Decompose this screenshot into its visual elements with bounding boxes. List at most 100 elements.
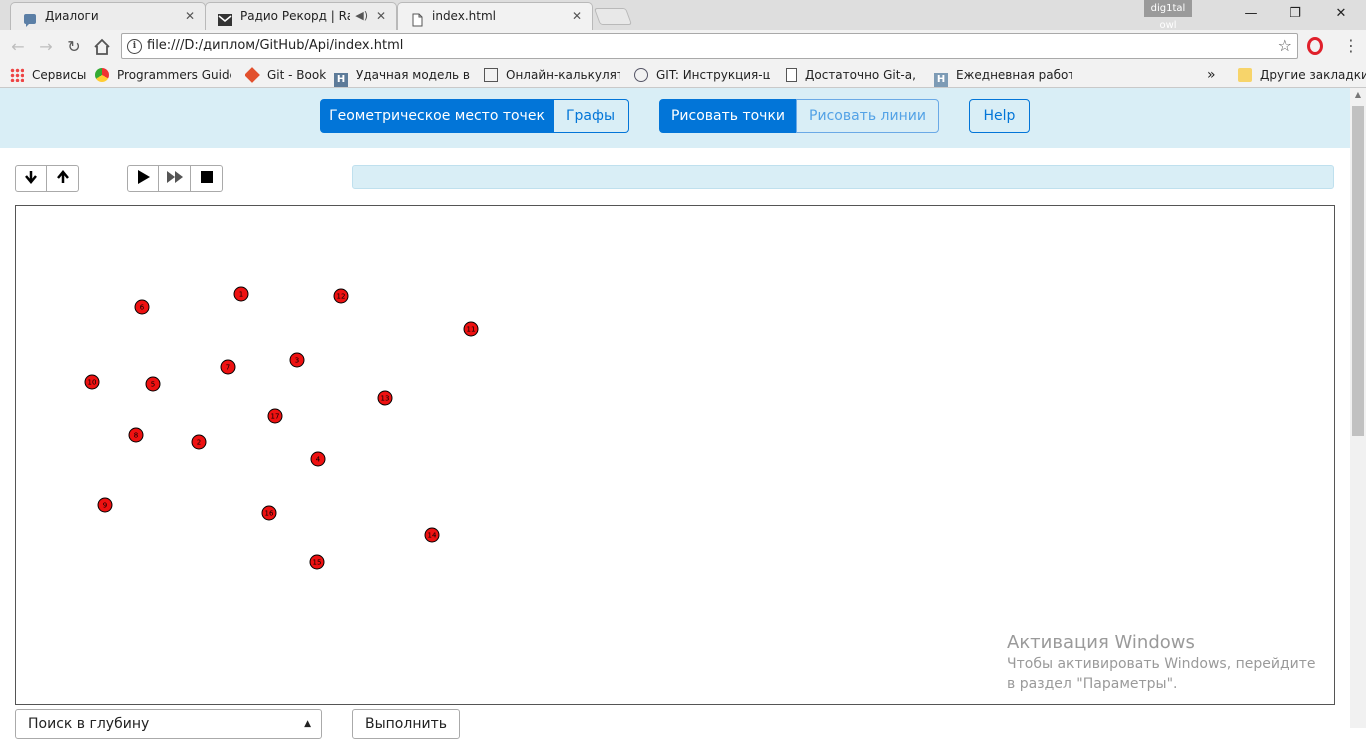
- tab-graphs[interactable]: Графы: [553, 99, 629, 133]
- tab-locus[interactable]: Геометрическое место точек: [320, 99, 554, 133]
- top-nav-bar: Геометрическое место точек Графы Рисоват…: [0, 88, 1350, 148]
- close-icon[interactable]: ✕: [185, 3, 195, 29]
- git-icon: [245, 67, 260, 83]
- point-label: 5: [151, 381, 155, 389]
- drawing-canvas[interactable]: 1 12 6 11 3 7 10 5 13 17 8 2 4 9 16 14 15: [15, 205, 1335, 705]
- arrow-down-button[interactable]: [15, 165, 47, 192]
- chat-icon: [23, 10, 37, 27]
- other-bookmarks[interactable]: Другие закладки: [1238, 63, 1366, 87]
- point-label: 8: [134, 432, 138, 440]
- vertical-scrollbar[interactable]: ▲: [1350, 88, 1366, 728]
- bookmarks-more-button[interactable]: »: [1207, 63, 1216, 87]
- tab-dialogs[interactable]: Диалоги ✕: [10, 2, 206, 30]
- habr-icon: H: [334, 73, 348, 87]
- point-1[interactable]: 1: [233, 286, 249, 302]
- habr-icon: H: [934, 73, 948, 87]
- bookmark-label: Ежедневная работа с: [956, 68, 1072, 82]
- restore-icon[interactable]: ❐: [1272, 0, 1318, 28]
- point-11[interactable]: 11: [463, 321, 479, 337]
- point-10[interactable]: 10: [84, 374, 100, 390]
- star-icon[interactable]: ☆: [1278, 34, 1292, 58]
- info-icon[interactable]: i: [127, 39, 142, 54]
- address-bar[interactable]: i file:///D:/диплом/GitHub/Api/index.htm…: [121, 33, 1298, 59]
- document-icon: [786, 68, 797, 82]
- point-12[interactable]: 12: [333, 288, 349, 304]
- point-15[interactable]: 15: [309, 554, 325, 570]
- opera-icon[interactable]: [1307, 37, 1323, 55]
- point-6[interactable]: 6: [134, 299, 150, 315]
- back-icon[interactable]: ←: [7, 36, 29, 58]
- bookmark-programmers-guide[interactable]: Programmers Guide: [95, 63, 231, 87]
- point-5[interactable]: 5: [145, 376, 161, 392]
- bookmark-enough-git[interactable]: Достаточно Git-а, чт: [786, 63, 920, 87]
- point-label: 2: [197, 439, 201, 447]
- point-7[interactable]: 7: [220, 359, 236, 375]
- point-8[interactable]: 8: [128, 427, 144, 443]
- bookmark-git-model[interactable]: H Удачная модель вет: [334, 63, 470, 87]
- tab-title: Диалоги: [45, 9, 99, 23]
- speaker-icon[interactable]: ◀): [355, 3, 368, 29]
- point-label: 4: [316, 456, 321, 464]
- status-field: [352, 165, 1334, 189]
- run-button[interactable]: Выполнить: [352, 709, 460, 739]
- bookmark-calculator[interactable]: Онлайн-калькулятор: [484, 63, 620, 87]
- bookmark-label: Programmers Guide: [117, 68, 231, 82]
- bookmark-git-guide[interactable]: GIT: Инструкция-шп: [634, 63, 770, 87]
- point-3[interactable]: 3: [289, 352, 305, 368]
- windows-activation-watermark: Активация Windows Чтобы активировать Win…: [1007, 632, 1327, 694]
- fast-forward-button[interactable]: [159, 165, 191, 192]
- user-badge[interactable]: dig1tal owl: [1144, 0, 1192, 31]
- bookmark-git-book[interactable]: Git - Book: [245, 63, 326, 87]
- point-14[interactable]: 14: [424, 527, 440, 543]
- point-16[interactable]: 16: [261, 505, 277, 521]
- algorithm-select[interactable]: Поиск в глубину ▲: [15, 709, 322, 739]
- forward-icon[interactable]: →: [35, 36, 57, 58]
- menu-icon[interactable]: ⋮: [1343, 34, 1359, 58]
- point-17[interactable]: 17: [267, 408, 283, 424]
- help-button[interactable]: Help: [969, 99, 1030, 133]
- new-tab-button[interactable]: [593, 8, 633, 25]
- home-icon[interactable]: [91, 36, 113, 58]
- point-label: 16: [265, 510, 274, 518]
- scrollbar-thumb[interactable]: [1352, 106, 1364, 436]
- apps-icon: [10, 68, 24, 82]
- arrow-down-icon: [25, 171, 37, 184]
- select-caret-icon: ▲: [304, 719, 311, 729]
- point-label: 7: [226, 364, 230, 372]
- tab-index[interactable]: index.html ✕: [397, 2, 593, 30]
- arrow-up-button[interactable]: [47, 165, 79, 192]
- scroll-up-icon[interactable]: ▲: [1350, 90, 1366, 99]
- point-13[interactable]: 13: [377, 390, 393, 406]
- tab-radio[interactable]: Радио Рекорд | Radio ◀) ✕: [205, 2, 397, 30]
- point-label: 11: [467, 326, 476, 334]
- url-text[interactable]: file:///D:/диплом/GitHub/Api/index.html: [147, 34, 403, 58]
- bookmark-services[interactable]: Сервисы: [10, 63, 86, 87]
- draw-points-button[interactable]: Рисовать точки: [659, 99, 797, 133]
- point-2[interactable]: 2: [191, 434, 207, 450]
- browser-toolbar: ← → ↻ i file:///D:/диплом/GitHub/Api/ind…: [0, 30, 1366, 63]
- close-icon[interactable]: ✕: [572, 3, 582, 29]
- fast-forward-icon: [166, 171, 183, 183]
- minimize-icon[interactable]: —: [1228, 0, 1274, 28]
- folder-icon: [1238, 68, 1252, 82]
- stop-button[interactable]: [191, 165, 223, 192]
- close-icon[interactable]: ✕: [376, 3, 386, 29]
- bookmark-daily-work[interactable]: H Ежедневная работа с: [934, 63, 1072, 87]
- point-label: 12: [337, 293, 346, 301]
- draw-lines-button[interactable]: Рисовать линии: [796, 99, 939, 133]
- play-button[interactable]: [127, 165, 159, 192]
- watermark-text: Чтобы активировать Windows, перейдите в …: [1007, 656, 1316, 692]
- tab-title: Радио Рекорд | Radio: [240, 9, 350, 23]
- point-9[interactable]: 9: [97, 497, 113, 513]
- chrome-icon: [95, 68, 109, 82]
- point-label: 1: [239, 291, 243, 299]
- close-window-icon[interactable]: ✕: [1318, 0, 1364, 28]
- stop-icon: [200, 171, 213, 183]
- tab-strip: Диалоги ✕ Радио Рекорд | Radio ◀) ✕ inde…: [0, 0, 1366, 31]
- point-4[interactable]: 4: [310, 451, 326, 467]
- point-label: 10: [88, 379, 97, 387]
- reload-icon[interactable]: ↻: [63, 36, 85, 58]
- y-icon: [634, 68, 648, 82]
- points-layer[interactable]: 1 12 6 11 3 7 10 5 13 17 8 2 4 9 16 14 15: [16, 206, 1334, 704]
- bookmark-label: Git - Book: [267, 68, 327, 82]
